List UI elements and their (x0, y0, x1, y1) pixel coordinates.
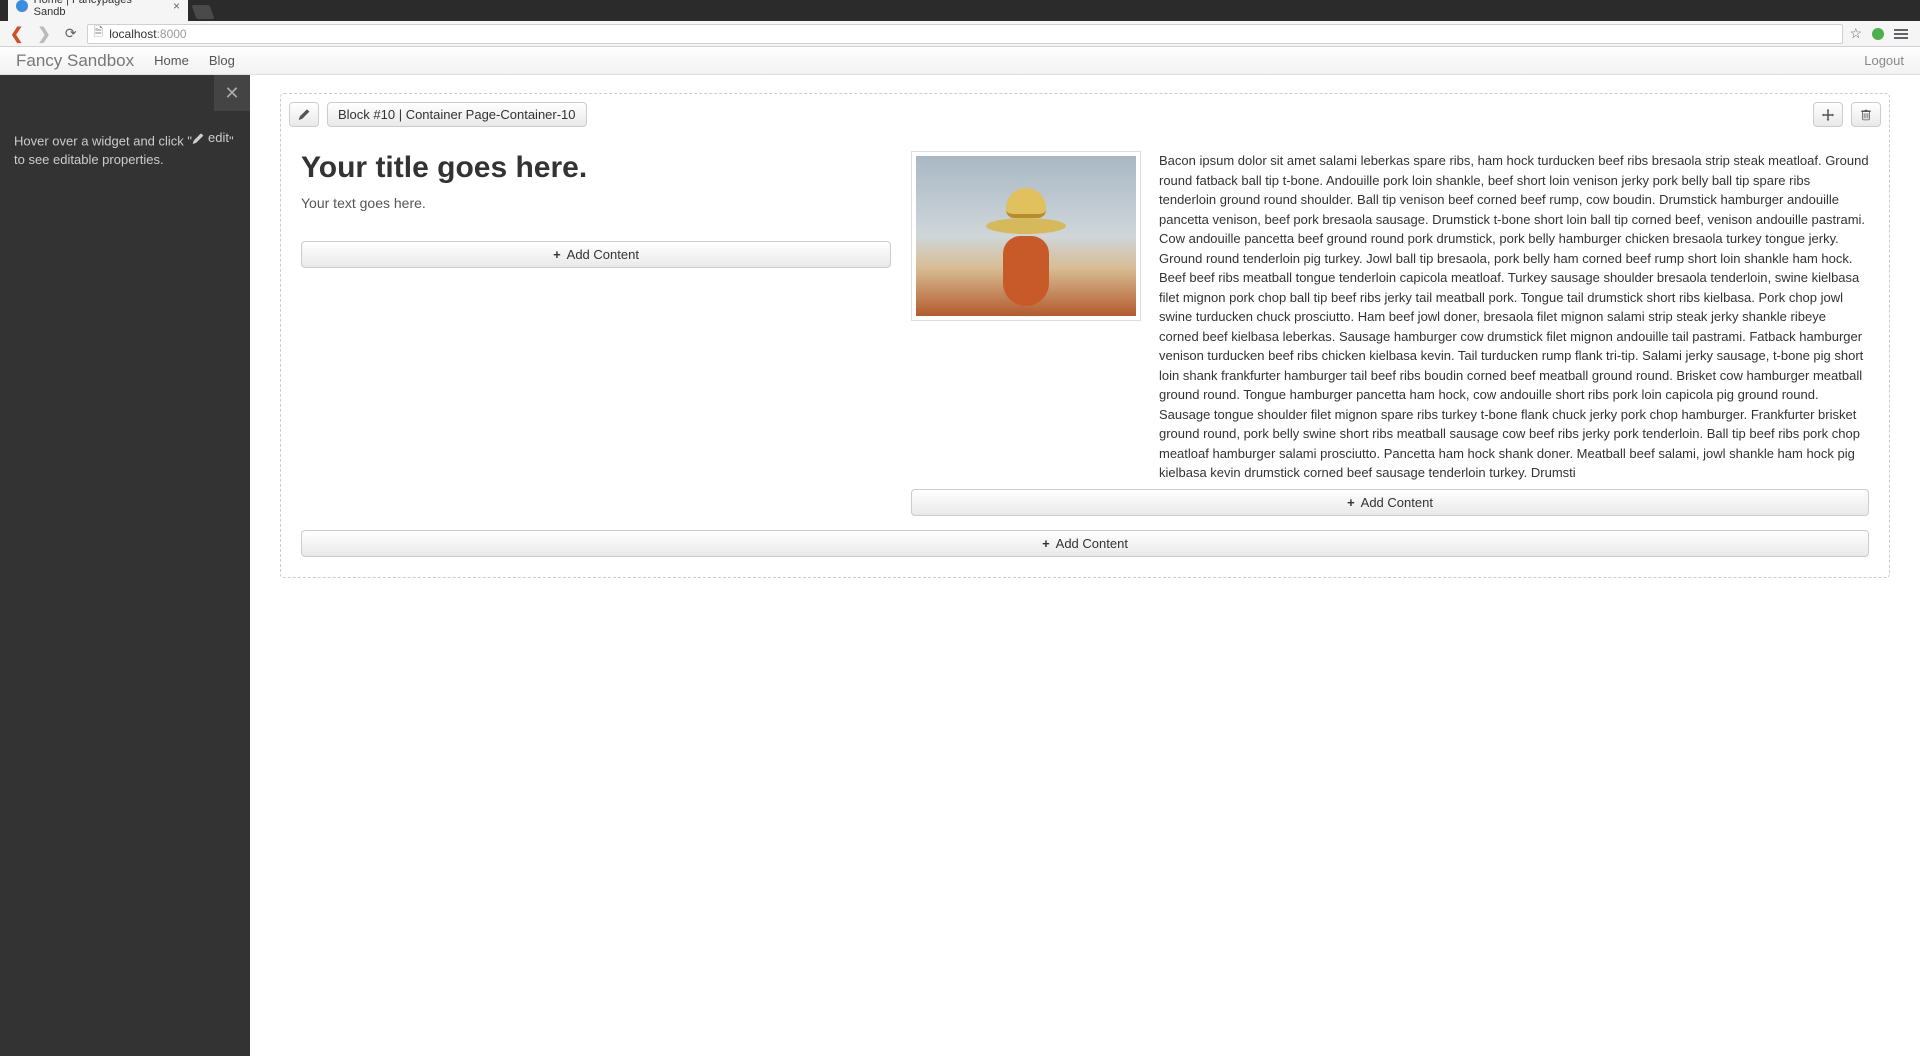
url-host: localhost (109, 27, 156, 41)
reload-button[interactable]: ⟳ (61, 25, 81, 42)
block-left-column: Your title goes here. Your text goes her… (301, 151, 891, 516)
add-content-left-button[interactable]: + Add Content (301, 241, 891, 268)
add-content-label: Add Content (1361, 495, 1433, 510)
editor-sidebar: ✕ Hover over a widget and click " edit" … (0, 75, 250, 1056)
page-icon: 🗎 (94, 23, 104, 44)
image-block (911, 151, 1141, 321)
nav-home[interactable]: Home (154, 53, 189, 68)
bookmark-star-icon[interactable]: ☆ (1849, 25, 1862, 42)
brand[interactable]: Fancy Sandbox (16, 51, 134, 71)
plus-icon: + (553, 247, 561, 262)
editor-canvas: Block #10 | Container Page-Container-10 … (250, 75, 1920, 1056)
app-navbar: Fancy Sandbox Home Blog Logout (0, 47, 1920, 75)
add-content-label: Add Content (567, 247, 639, 262)
edit-icon (298, 109, 310, 121)
block-header: Block #10 | Container Page-Container-10 (283, 96, 1887, 133)
block-container: Block #10 | Container Page-Container-10 … (280, 93, 1890, 578)
content-title: Your title goes here. (301, 151, 891, 185)
back-button[interactable]: ❮ (6, 24, 27, 44)
block-label: Block #10 | Container Page-Container-10 (327, 102, 587, 127)
hint-edit-word: edit (208, 129, 229, 148)
block-right-column: Bacon ipsum dolor sit amet salami leberk… (911, 151, 1869, 516)
add-content-right-button[interactable]: + Add Content (911, 489, 1869, 516)
tab-close-icon[interactable]: × (173, 0, 180, 13)
forward-button[interactable]: ❯ (33, 24, 54, 44)
delete-block-button[interactable] (1851, 102, 1881, 127)
sidebar-close-button[interactable]: ✕ (214, 75, 250, 111)
nav-blog[interactable]: Blog (209, 53, 235, 68)
add-content-bottom-button[interactable]: + Add Content (301, 530, 1869, 557)
add-content-label: Add Content (1056, 536, 1128, 551)
pencil-icon (192, 132, 204, 144)
url-bar[interactable]: 🗎 localhost:8000 (87, 24, 1844, 44)
hint-text-pre: Hover over a widget and click " (14, 133, 192, 148)
trash-icon (1860, 109, 1872, 121)
chrome-menu-icon[interactable] (1894, 29, 1908, 39)
content-text: Your text goes here. (301, 195, 891, 211)
tab-title: Home | Fancypages Sandb (34, 0, 163, 18)
new-tab-button[interactable] (191, 5, 214, 19)
text-block: Bacon ipsum dolor sit amet salami leberk… (1159, 151, 1869, 483)
nav-logout[interactable]: Logout (1864, 53, 1904, 68)
browser-toolbar: ❮ ❯ ⟳ 🗎 localhost:8000 ☆ (0, 21, 1920, 47)
extension-icon[interactable] (1872, 28, 1884, 40)
move-icon (1822, 109, 1834, 121)
browser-tab-strip: Home | Fancypages Sandb × (0, 0, 1920, 21)
favicon-icon (16, 0, 28, 12)
edit-block-button[interactable] (289, 102, 319, 127)
edit-pill: edit (192, 129, 229, 148)
plus-icon: + (1042, 536, 1050, 551)
plus-icon: + (1347, 495, 1355, 510)
url-port: :8000 (157, 27, 187, 41)
move-block-button[interactable] (1813, 102, 1843, 127)
browser-tab[interactable]: Home | Fancypages Sandb × (8, 0, 188, 21)
placeholder-image (916, 156, 1136, 316)
sidebar-hint: Hover over a widget and click " edit" to… (0, 75, 250, 184)
